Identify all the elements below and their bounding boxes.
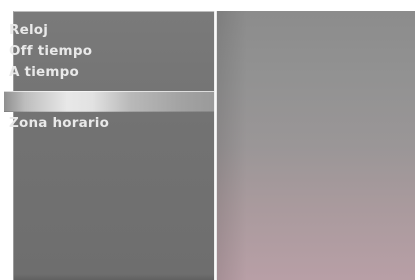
menu-item-zona-horario[interactable]: Zona horario xyxy=(9,113,109,134)
menu-item-reloj[interactable]: Reloj xyxy=(9,20,92,41)
selection-highlight-bar xyxy=(4,91,214,112)
settings-menu-list: Reloj Off tiempo A tiempo xyxy=(9,20,92,83)
settings-menu-list-lower: Zona horario xyxy=(9,113,109,134)
tv-settings-screen: Reloj Off tiempo A tiempo Zona horario xyxy=(0,0,415,280)
menu-item-off-tiempo[interactable]: Off tiempo xyxy=(9,41,92,62)
selected-menu-item[interactable] xyxy=(4,80,214,112)
preview-panel xyxy=(217,11,415,280)
